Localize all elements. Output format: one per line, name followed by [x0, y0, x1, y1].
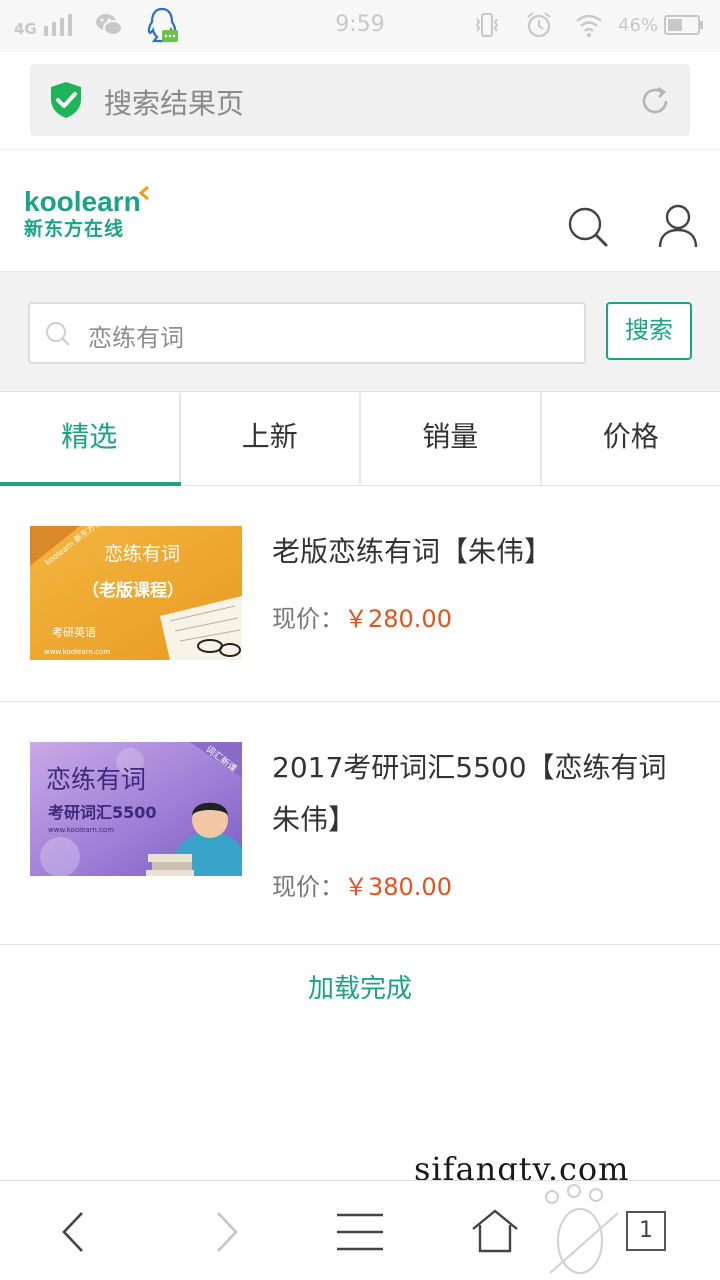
course-name[interactable]: 老版恋练有词【朱伟】	[272, 526, 692, 578]
address-bar[interactable]: 搜索结果页	[30, 64, 690, 136]
alarm-icon	[527, 12, 551, 38]
search-input[interactable]: 恋练有词	[28, 302, 586, 364]
thumb-subtitle: 考研词汇5500	[48, 803, 157, 822]
tab-featured[interactable]: 精选	[0, 393, 181, 486]
thumb-subtitle: （老版课程）	[82, 580, 184, 601]
page-title: 搜索结果页	[104, 87, 245, 120]
thumb-tag: 考研英语	[52, 625, 96, 639]
search-icon[interactable]	[566, 205, 610, 249]
thumb-url: www.koolearn.com	[44, 648, 110, 656]
site-header: koolearn 新东方在线	[0, 151, 720, 272]
home-icon[interactable]	[470, 1207, 520, 1257]
course-price: 现价：￥380.00	[272, 867, 452, 902]
course-name[interactable]: 2017考研词汇5500【恋练有词朱伟】	[272, 742, 692, 846]
battery-icon	[664, 15, 703, 35]
tab-new[interactable]: 上新	[181, 393, 361, 485]
price-value: ￥280.00	[344, 605, 452, 633]
bottom-nav: 1	[0, 1180, 720, 1280]
logo-en: koolearn	[24, 186, 141, 217]
back-icon[interactable]	[50, 1207, 100, 1257]
battery-percent: 46%	[618, 15, 659, 36]
shield-check-icon	[51, 82, 81, 118]
thumb-title: 恋练有词	[104, 543, 180, 565]
course-thumbnail[interactable]: 恋练有词 考研词汇5500 www.koolearn.com 词汇新课	[30, 742, 242, 876]
result-item[interactable]: 恋练有词 考研词汇5500 www.koolearn.com 词汇新课 2017…	[0, 703, 720, 945]
tabs-button[interactable]: 1	[626, 1211, 666, 1251]
footprint-watermark-icon	[545, 1184, 619, 1274]
tab-price[interactable]: 价格	[542, 393, 720, 485]
course-thumbnail[interactable]: koolearn 新东方在线 恋练有词 （老版课程） 考研英语 www.kool…	[30, 526, 242, 660]
course-price: 现价：￥280.00	[272, 599, 452, 634]
clock: 9:59	[335, 12, 385, 37]
status-bar: 4G 9:59 46%	[0, 0, 720, 52]
address-bar-container: 搜索结果页	[0, 52, 720, 150]
search-area: 恋练有词 搜索	[0, 272, 720, 392]
user-icon[interactable]	[656, 203, 700, 249]
menu-icon[interactable]	[335, 1207, 385, 1257]
wifi-icon	[576, 14, 602, 37]
thumb-title: 恋练有词	[46, 765, 146, 794]
reload-icon[interactable]	[638, 84, 672, 118]
thumb-url: www.koolearn.com	[48, 826, 114, 834]
logo-cn: 新东方在线	[24, 218, 125, 240]
forward-icon[interactable]	[200, 1207, 250, 1257]
vibrate-icon	[475, 13, 499, 37]
logo-tick-icon	[138, 185, 149, 201]
result-item[interactable]: koolearn 新东方在线 恋练有词 （老版课程） 考研英语 www.kool…	[0, 487, 720, 702]
tab-sales[interactable]: 销量	[361, 393, 542, 485]
price-label: 现价：	[272, 605, 344, 633]
load-status: 加载完成	[307, 974, 412, 1004]
search-input-icon	[46, 322, 70, 346]
search-query-text: 恋练有词	[88, 324, 184, 352]
sort-tabs: 精选 上新 销量 价格	[0, 393, 720, 486]
price-value: ￥380.00	[344, 873, 452, 901]
search-button[interactable]: 搜索	[606, 302, 692, 360]
price-label: 现价：	[272, 873, 344, 901]
koolearn-logo[interactable]: koolearn 新东方在线	[24, 185, 149, 241]
